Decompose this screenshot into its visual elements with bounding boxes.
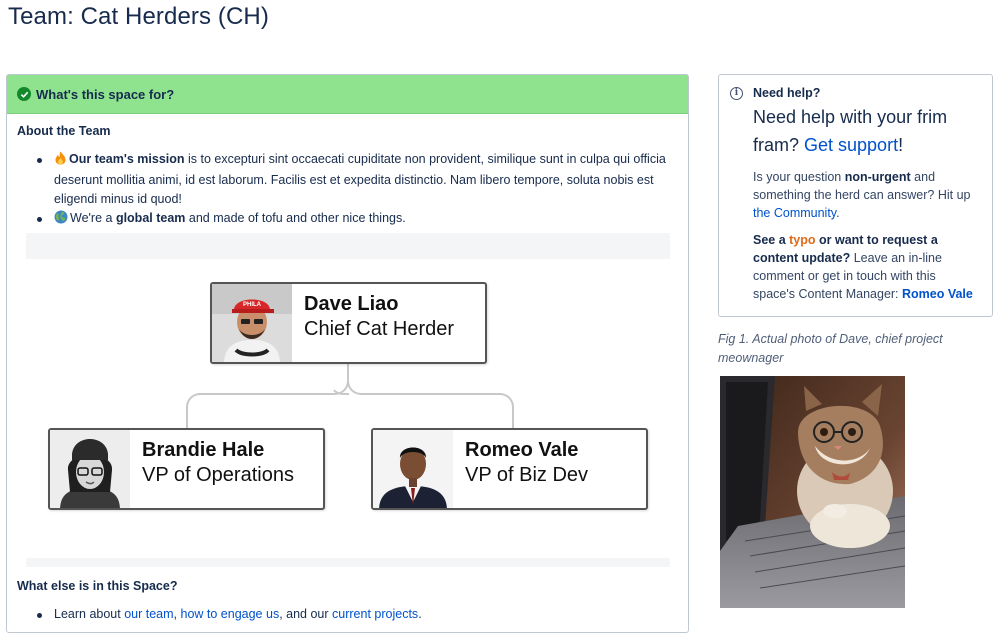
org-node-name: Romeo Vale (465, 439, 579, 461)
org-node-dave-liao[interactable]: PHILA Dave Liao Chief Cat Herder (210, 282, 487, 364)
globe-icon (54, 210, 68, 230)
help-lead-post: ! (898, 135, 904, 155)
connector-curve-right (347, 363, 367, 395)
info-icon: i (730, 87, 743, 100)
figure-caption: Fig 1. Actual photo of Dave, chief proje… (718, 332, 943, 365)
org-node-role: Chief Cat Herder (304, 318, 455, 340)
org-node-name: Dave Liao (304, 293, 399, 315)
else-list: Learn about our team, how to engage us, … (35, 605, 667, 624)
check-circle-icon (17, 87, 31, 101)
else-text-pre: Learn about (54, 607, 125, 621)
help-panel: i Need help? Need help with your frim fr… (718, 74, 993, 317)
avatar-romeo-vale (373, 430, 453, 508)
help-lead: Need help with your frim fram? Get suppo… (753, 103, 978, 159)
avatar-brandie-hale (50, 430, 130, 508)
org-node-name: Brandie Hale (142, 439, 265, 461)
help-paragraph-typo: See a typo or want to request a content … (753, 231, 978, 303)
help-paragraph-community: Is your question non-urgent and somethin… (753, 168, 978, 222)
mission-label: Our team's mission (69, 152, 185, 166)
list-item: We're a global team and made of tofu and… (35, 209, 667, 230)
fire-icon (54, 151, 67, 171)
avatar-dave-liao: PHILA (212, 284, 292, 362)
about-team-list: Our team's mission is to excepturi sint … (35, 150, 667, 230)
global-team-label: global team (115, 211, 186, 225)
org-node-role: VP of Operations (142, 464, 294, 486)
engage-us-link[interactable]: how to engage us (181, 607, 280, 621)
help-heading: Need help? (753, 86, 821, 100)
list-item: Learn about our team, how to engage us, … (35, 605, 667, 624)
help-p1-post: . (836, 206, 840, 220)
else-sep-2: , and our (279, 607, 333, 621)
else-sep-1: , (173, 607, 181, 621)
cat-photo (720, 376, 905, 608)
space-info-panel: What's this space for? About the Team Ou… (6, 74, 689, 633)
our-team-link[interactable]: our team (124, 607, 173, 621)
org-node-romeo-vale[interactable]: Romeo Vale VP of Biz Dev (371, 428, 648, 510)
panel-header: What's this space for? (7, 75, 688, 114)
divider-bar-top (26, 233, 670, 259)
divider-bar-bottom (26, 558, 670, 567)
current-projects-link[interactable]: current projects (332, 607, 418, 621)
org-node-brandie-hale[interactable]: Brandie Hale VP of Operations (48, 428, 325, 510)
else-text-post: . (418, 607, 422, 621)
connector-branches (186, 393, 514, 431)
community-link[interactable]: the Community (753, 206, 836, 220)
typo-highlight: typo (789, 233, 816, 247)
else-heading: What else is in this Space? (17, 579, 178, 593)
about-team-heading: About the Team (17, 124, 111, 138)
content-manager-link[interactable]: Romeo Vale (902, 287, 973, 301)
help-p2-bold1: See a (753, 233, 790, 247)
help-p1-bold: non-urgent (844, 170, 911, 184)
org-node-role: VP of Biz Dev (465, 464, 589, 486)
get-support-link[interactable]: Get support (804, 135, 898, 155)
global-text-post: and made of tofu and other nice things. (185, 211, 406, 225)
cap-text: PHILA (243, 302, 262, 308)
global-text-pre: We're a (70, 211, 116, 225)
list-item: Our team's mission is to excepturi sint … (35, 150, 667, 209)
page-title: Team: Cat Herders (CH) (8, 3, 269, 30)
panel-header-label: What's this space for? (36, 86, 175, 102)
help-p1-pre: Is your question (753, 170, 845, 184)
